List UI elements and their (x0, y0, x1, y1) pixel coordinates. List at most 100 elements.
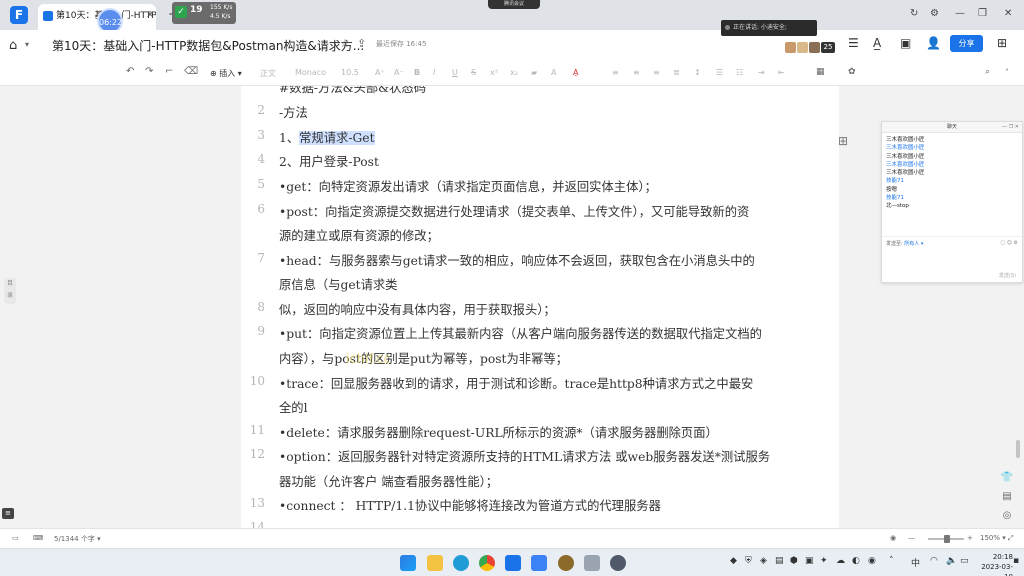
docs-app-icon[interactable] (505, 555, 521, 571)
system-clock[interactable]: 20:18 2023-03-10 (973, 552, 1013, 576)
collapse-toolbar-icon[interactable]: ˄ (1005, 68, 1009, 77)
line-text[interactable]: •put：向指定资源位置上上传其最新内容（从客户端向服务器传送的数据取代指定文档… (279, 324, 762, 342)
line-text[interactable]: #数据-方法&头部&状态码 (279, 86, 426, 96)
color-picker-icon[interactable]: A̱ (573, 68, 578, 77)
line-text[interactable]: •delete：请求服务器删除request-URL所标示的资源*（请求服务器删… (279, 423, 718, 441)
outdent-icon[interactable]: ⇤ (778, 68, 785, 77)
outline-toggle[interactable]: 目录 (4, 278, 16, 304)
tray-icon[interactable]: ◐ (852, 556, 860, 566)
undo-icon[interactable]: ↶ (126, 66, 134, 77)
subscript-icon[interactable]: x₂ (510, 68, 518, 77)
app-icon[interactable] (558, 555, 574, 571)
numbered-list-icon[interactable]: ☷ (736, 68, 743, 77)
underline-icon[interactable]: U (452, 68, 458, 77)
home-icon[interactable]: ⌂ (9, 38, 17, 53)
edge-browser-icon[interactable] (453, 555, 469, 571)
meeting-indicator[interactable]: 腾讯会议 (488, 0, 540, 9)
format-painter-icon[interactable]: ⌐ (165, 66, 173, 77)
tray-icon[interactable]: ⛨ (745, 556, 752, 566)
tab-close-icon[interactable]: ✕ (146, 10, 154, 21)
volume-icon[interactable]: 🔈 (946, 556, 957, 566)
align-left-icon[interactable]: ≡ (612, 68, 619, 77)
chat-compose[interactable]: 发送至: 所有人 ▾ ▢ ☺ ⚙ (882, 236, 1022, 250)
app-logo-icon[interactable]: F (10, 6, 28, 24)
table-icon[interactable]: ▦ (816, 67, 825, 77)
zoom-slider-handle[interactable] (944, 535, 950, 543)
battery-icon[interactable]: ▭ (960, 556, 969, 566)
line-text[interactable]: 2、用户登录-Post (279, 152, 379, 170)
chat-tools-icon[interactable]: ▢ ☺ ⚙ (1000, 240, 1018, 246)
bullet-list-icon[interactable]: ☰ (716, 68, 723, 77)
line-text[interactable]: 似，返回的响应中没有具体内容，用于获取报头）； (279, 300, 556, 318)
italic-icon[interactable]: I (433, 68, 435, 77)
style-select[interactable]: 正文 (260, 68, 276, 79)
line-text[interactable]: •post：向指定资源提交数据进行处理请求（提交表单、上传文件），又可能导致新的… (279, 202, 749, 220)
restore-icon[interactable]: ❐ (978, 8, 987, 19)
ime-indicator[interactable]: 中 (911, 556, 920, 569)
add-comment-icon[interactable]: ⊞ (838, 134, 848, 148)
tray-icon[interactable]: ⬢ (790, 556, 798, 566)
collaborator-avatars[interactable]: 25 (785, 37, 835, 56)
font-select[interactable]: Monaco (295, 68, 326, 77)
fullscreen-icon[interactable]: ⤢ (1008, 534, 1014, 543)
close-window-icon[interactable]: ✕ (1004, 8, 1012, 19)
chat-window-controls[interactable]: — ❐ ✕ (1002, 122, 1019, 133)
apps-grid-icon[interactable]: ⊞ (997, 36, 1007, 50)
word-count[interactable]: 5/1344 个字 ▾ (54, 534, 101, 544)
align-center-icon[interactable]: ≡ (633, 68, 640, 77)
windows-start-icon[interactable] (400, 555, 416, 571)
search-icon[interactable]: ⌕ (985, 67, 990, 77)
wifi-icon[interactable]: ◠ (930, 556, 938, 566)
redo-icon[interactable]: ↷ (145, 66, 153, 77)
document-title[interactable]: 第10天：基础入门-HTTP数据包&Postman构造&请求方... (52, 37, 364, 54)
scrollbar[interactable] (1016, 440, 1020, 458)
settings-icon[interactable]: ⚙ (930, 8, 939, 19)
present-icon[interactable]: ▣ (900, 36, 911, 50)
show-hidden-icons[interactable]: ˄ (889, 556, 894, 566)
doc-assist-icon[interactable]: ▤ (1000, 491, 1014, 505)
eye-icon[interactable]: ◉ (890, 534, 896, 542)
selected-text[interactable]: 常规请求-Get (299, 131, 375, 145)
share-link-icon[interactable]: ⇪ (357, 37, 366, 50)
tray-icon[interactable]: ◉ (868, 556, 876, 566)
superscript-icon[interactable]: x² (490, 68, 498, 77)
line-text[interactable]: •option：返回服务器针对特定资源所支持的HTML请求方法 或web服务器发… (279, 447, 770, 465)
text-highlight-icon[interactable]: ▰ (531, 68, 537, 77)
tray-icon[interactable]: ▣ (805, 556, 814, 566)
insert-menu[interactable]: ⊕ 插入 ▾ (210, 68, 242, 79)
increase-font-icon[interactable]: A⁺ (375, 68, 385, 77)
chat-send-button[interactable]: 发送(S) (999, 272, 1016, 279)
line-text[interactable]: 1、常规请求-Get (279, 128, 375, 146)
plugin-icon[interactable]: ✿ (848, 67, 856, 77)
document-page[interactable]: #数据-方法&头部&状态码 2 -方法 3 1、常规请求-Get 4 2、用户登… (241, 86, 839, 528)
line-text[interactable]: •trace：回显服务器收到的请求，用于测试和诊断。trace是http8种请求… (279, 374, 753, 392)
zoom-level[interactable]: 150% ▾ (980, 534, 1006, 542)
line-text[interactable]: 内容），与post的区别是put为幂等，post为非幂等； (279, 349, 568, 367)
align-right-icon[interactable]: ≡ (653, 68, 660, 77)
sync-icon[interactable]: ↻ (910, 8, 918, 19)
clear-format-icon[interactable]: ⌫ (184, 66, 198, 77)
line-text[interactable]: 全的l (279, 398, 308, 416)
line-text[interactable]: •connect ： HTTP/1.1协议中能够将连接改为管道方式的代理服务器 (279, 496, 661, 514)
tray-icon[interactable]: ▤ (775, 556, 784, 566)
decrease-font-icon[interactable]: A⁻ (394, 68, 404, 77)
font-color-icon[interactable]: A (551, 68, 556, 77)
minimize-icon[interactable]: — (955, 8, 965, 19)
app-icon[interactable] (584, 555, 600, 571)
menu-icon[interactable]: ☰ (848, 36, 859, 50)
zoom-out-icon[interactable]: — (908, 534, 915, 542)
shirt-icon[interactable]: 👕 (1000, 472, 1014, 486)
toc-list-icon[interactable]: ≡ (2, 508, 14, 519)
tray-icon[interactable]: ◈ (760, 556, 767, 566)
zoom-in-icon[interactable]: + (967, 534, 973, 542)
notification-icon[interactable]: ▪ (1013, 556, 1019, 566)
line-text[interactable]: •get：向特定资源发出请求（请求指定页面信息，并返回实体主体）； (279, 177, 657, 195)
send-to-select[interactable]: 所有人 ▾ (904, 241, 923, 247)
tray-icon[interactable]: ◆ (730, 556, 737, 566)
line-text[interactable]: 源的建立或原有资源的修改； (279, 226, 439, 244)
text-format-icon[interactable]: A̲ (873, 36, 881, 50)
file-explorer-icon[interactable] (427, 555, 443, 571)
size-select[interactable]: 10.5 (341, 68, 359, 77)
page-view-icon[interactable]: ▭ (12, 534, 19, 542)
tray-icon[interactable]: ☁ (836, 556, 845, 566)
